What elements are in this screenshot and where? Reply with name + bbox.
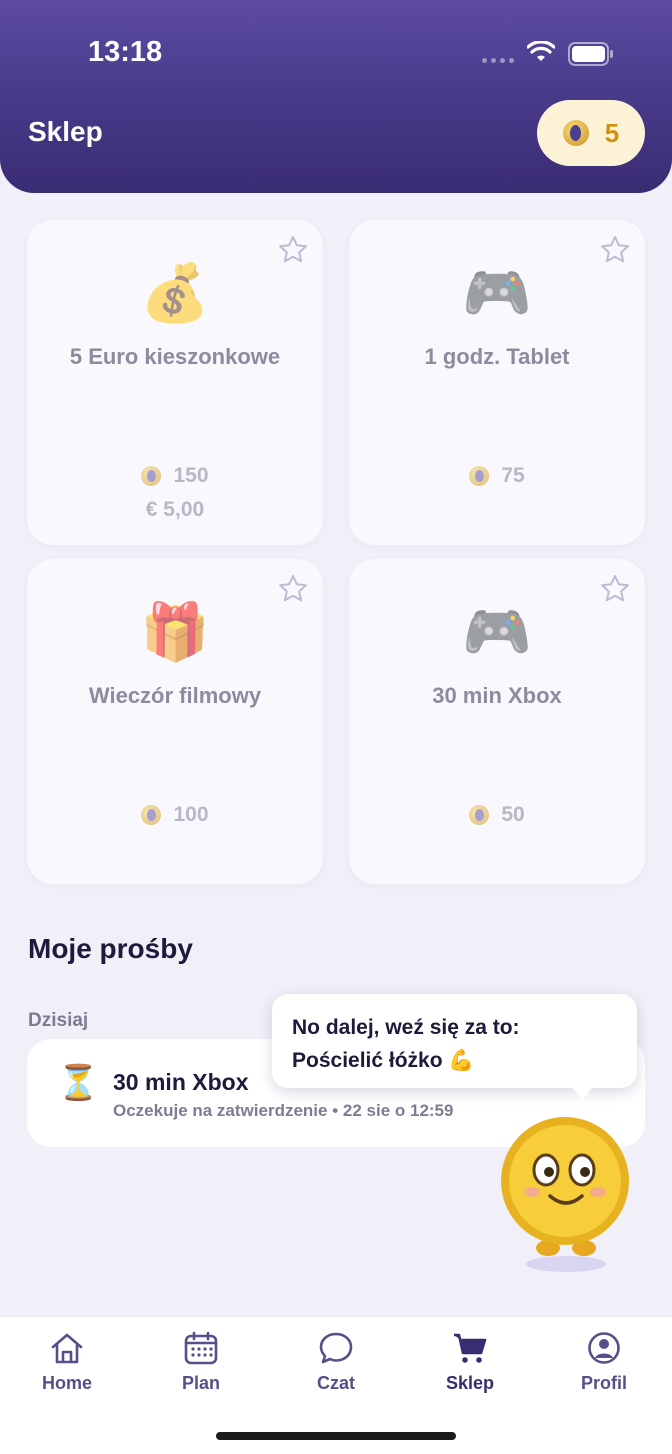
mascot-message-line1: No dalej, weź się za to: <box>292 1016 520 1039</box>
calendar-icon <box>184 1331 218 1365</box>
coin-balance: 5 <box>604 117 620 148</box>
mascot-speech-bubble[interactable]: No dalej, weź się za to: Pościelić łóżko… <box>272 994 637 1100</box>
separator-dot: • <box>332 1101 343 1120</box>
coin-icon <box>469 805 490 825</box>
cart-icon <box>454 1333 487 1363</box>
reward-cost-value: 100 <box>173 803 209 826</box>
game-controller-icon: 🎮 <box>462 600 532 663</box>
day-label: Dzisiaj <box>28 1010 89 1031</box>
reward-name: 1 godz. Tablet <box>424 344 570 369</box>
wifi-icon <box>527 41 555 61</box>
reward-cost: 100 <box>27 803 323 827</box>
coin-mascot-icon[interactable] <box>494 1108 638 1276</box>
tab-label: Profil <box>580 1373 627 1393</box>
reward-name: 5 Euro kieszonkowe <box>69 344 281 369</box>
status-time: 13:18 <box>88 36 163 68</box>
coin-icon <box>141 805 162 825</box>
home-icon <box>51 1333 83 1364</box>
home-indicator[interactable] <box>216 1432 456 1440</box>
reward-name: Wieczór filmowy <box>88 683 262 708</box>
tab-label: Sklep <box>445 1373 495 1393</box>
tab-label: Plan <box>181 1373 220 1393</box>
battery-icon <box>568 42 613 66</box>
section-title: Moje prośby <box>28 933 193 964</box>
page-title: Sklep <box>28 116 103 147</box>
request-meta: Oczekuje na zatwierdzenie • 22 sie o 12:… <box>113 1101 453 1121</box>
gift-icon: 🎁 <box>140 600 210 663</box>
reward-card[interactable]: 🎁 Wieczór filmowy 100 <box>27 559 323 884</box>
coin-icon <box>469 466 490 486</box>
header: 13:18 Sklep 5 <box>0 0 672 193</box>
chat-icon <box>319 1332 353 1364</box>
tab-chat[interactable]: Czat <box>286 1331 386 1394</box>
reward-cost-value: 150 <box>173 464 209 487</box>
reward-card[interactable]: 🎮 1 godz. Tablet 75 <box>349 220 645 545</box>
tab-plan[interactable]: Plan <box>151 1331 251 1394</box>
reward-cost: 75 <box>349 464 645 488</box>
coin-icon <box>562 120 589 146</box>
money-bag-icon: 💰 <box>140 261 210 324</box>
tab-profile[interactable]: Profil <box>554 1331 654 1394</box>
reward-name: 30 min Xbox <box>432 683 562 708</box>
tab-label: Czat <box>316 1373 355 1393</box>
mascot-message-line2: Pościelić łóżko 💪 <box>292 1049 475 1072</box>
reward-cost: 50 <box>349 803 645 827</box>
request-status: Oczekuje na zatwierdzenie <box>113 1101 328 1120</box>
tab-shop[interactable]: Sklep <box>420 1331 520 1394</box>
reward-cost-value: 50 <box>501 803 525 826</box>
cellular-signal-icon <box>482 58 514 63</box>
hourglass-icon: ⏳ <box>57 1064 100 1102</box>
game-controller-icon: 🎮 <box>462 261 532 324</box>
tab-label: Home <box>41 1373 92 1393</box>
request-name: 30 min Xbox <box>113 1069 249 1095</box>
reward-card[interactable]: 🎮 30 min Xbox 50 <box>349 559 645 884</box>
profile-icon <box>588 1332 620 1364</box>
reward-card[interactable]: 💰 5 Euro kieszonkowe 150 € 5,00 <box>27 220 323 545</box>
tab-home[interactable]: Home <box>17 1331 117 1394</box>
request-time: 22 sie o 12:59 <box>342 1101 454 1120</box>
reward-euro-value: € 5,00 <box>145 498 205 521</box>
coin-balance-badge[interactable]: 5 <box>537 100 645 166</box>
reward-cost-value: 75 <box>501 464 525 487</box>
coin-icon <box>141 466 162 486</box>
reward-cost: 150 <box>27 464 323 488</box>
